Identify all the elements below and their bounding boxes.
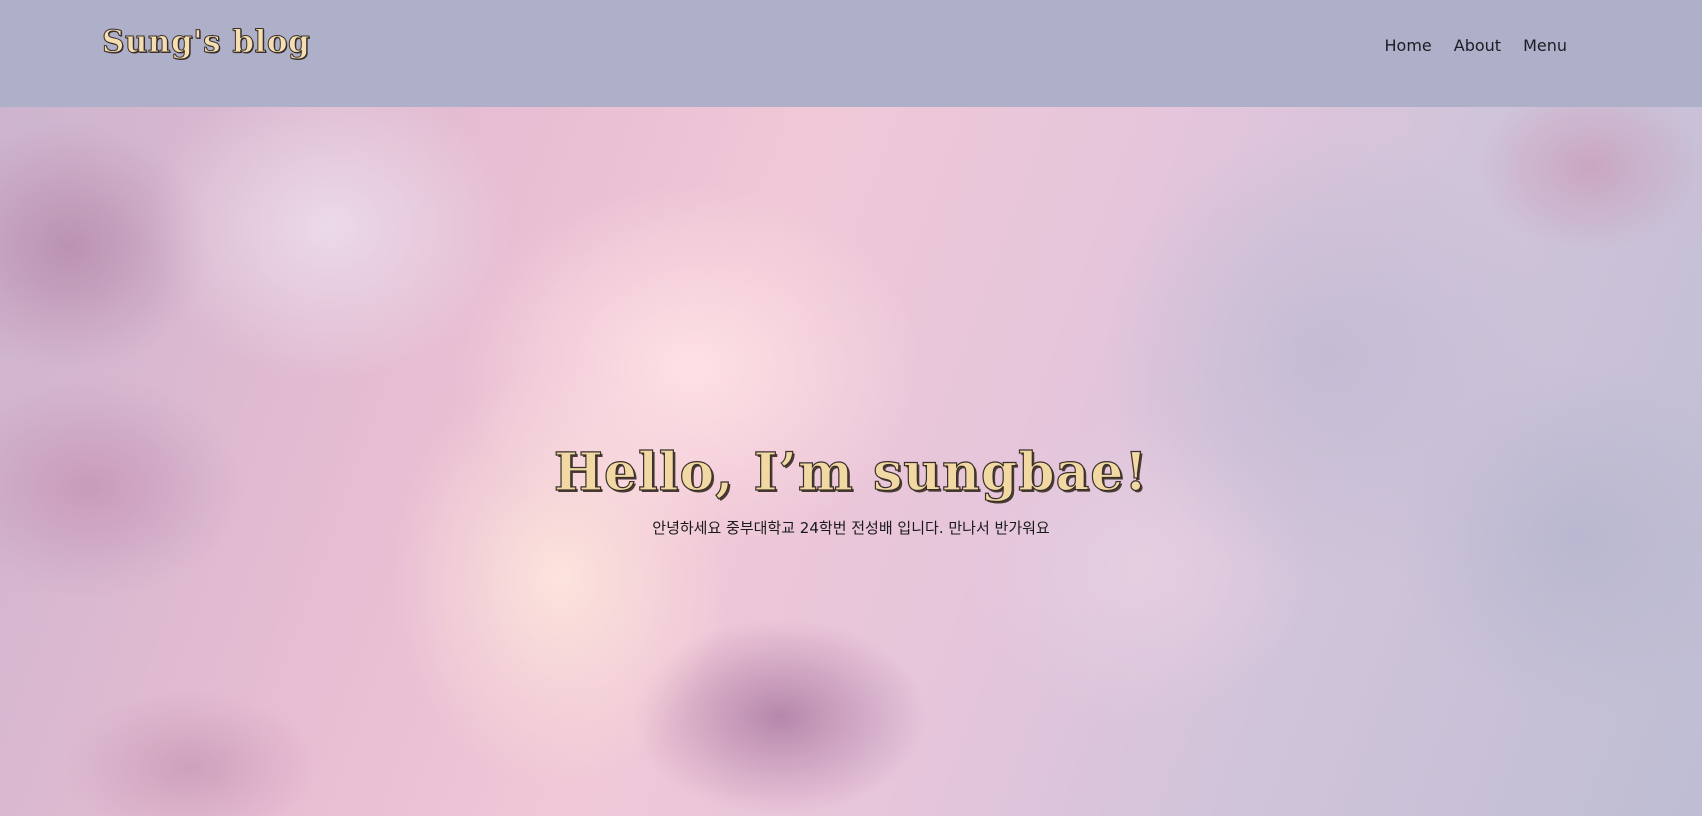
brand-logo-link[interactable]: Sung's blog [101,24,310,61]
hero-subtitle: 안녕하세요 중부대학교 24학번 전성배 입니다. 만나서 반가워요 [652,519,1050,537]
site-header: Sung's blog Home About Menu [0,0,1702,107]
nav-about-link[interactable]: About [1454,36,1501,55]
hero-section: Hello, I’m sungbae! 안녕하세요 중부대학교 24학번 전성배… [0,107,1702,816]
blog-page: Sung's blog Home About Menu Hello, I’m s… [0,0,1702,816]
nav-menu-link[interactable]: Menu [1523,36,1567,55]
main-nav: Home About Menu [1385,36,1568,55]
nav-home-link[interactable]: Home [1385,36,1432,55]
hero-title: Hello, I’m sungbae! [553,441,1149,503]
